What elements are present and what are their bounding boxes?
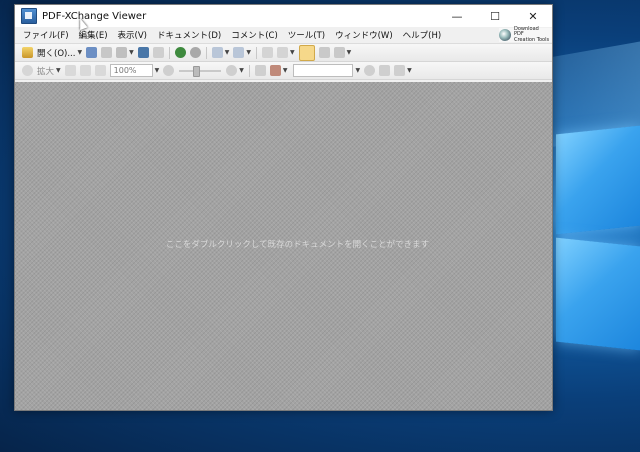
zoom-slider[interactable] [179, 65, 222, 77]
scan-dropdown-arrow[interactable]: ▼ [129, 49, 134, 56]
zoom-out-icon[interactable] [163, 65, 175, 76]
promo-line2: Creation Tools [514, 36, 550, 43]
redo-icon[interactable] [233, 47, 245, 58]
snapshot-icon[interactable] [318, 47, 330, 58]
menu-window[interactable]: ウィンドウ(W) [330, 29, 398, 41]
open-folder-icon[interactable] [22, 47, 33, 58]
globe-icon [499, 29, 511, 41]
maximize-button[interactable]: ☐ [476, 5, 514, 27]
window-title: PDF-XChange Viewer [42, 10, 147, 22]
menu-comment[interactable]: コメント(C) [226, 29, 283, 41]
rotate-left-icon[interactable] [261, 47, 273, 58]
forward-icon[interactable] [189, 47, 201, 58]
menu-file[interactable]: ファイル(F) [15, 29, 74, 41]
separator [205, 46, 207, 59]
zoom-level-input[interactable]: 100% [109, 64, 153, 77]
close-button[interactable]: ✕ [514, 5, 552, 27]
redo-dropdown-arrow[interactable]: ▼ [246, 49, 251, 56]
find-options-icon[interactable] [379, 65, 391, 76]
search-web-icon[interactable] [269, 65, 281, 76]
separator [255, 46, 257, 59]
app-window: PDF-XChange Viewer — ☐ ✕ ファイル(F) 編集(E) 表… [14, 4, 553, 411]
hand-tool-icon[interactable] [298, 44, 315, 61]
back-icon[interactable] [174, 47, 186, 58]
open-dropdown-arrow[interactable]: ▼ [77, 49, 82, 56]
separator [248, 64, 250, 77]
menu-view[interactable]: 表示(V) [113, 29, 152, 41]
fit-page-icon[interactable] [79, 65, 91, 76]
fit-width-icon[interactable] [94, 65, 106, 76]
open-button[interactable]: 開く(O)... [37, 47, 75, 59]
zoom-slider-thumb[interactable] [193, 65, 201, 77]
zoom-in-icon[interactable] [226, 65, 238, 76]
menu-help[interactable]: ヘルプ(H) [398, 29, 447, 41]
main-toolbar: 開く(O)... ▼ ▼ ▼ ▼ ▼ ▼ [15, 44, 552, 62]
copy-icon[interactable] [333, 47, 345, 58]
menu-document[interactable]: ドキュメント(D) [152, 29, 226, 41]
zoom-toolbar: 拡大 ▼ 100% ▼ ▼ ▼ ▼ ▼ [15, 62, 552, 80]
find-icon[interactable] [152, 47, 164, 58]
zoom-tool-icon[interactable] [22, 65, 33, 76]
highlight-dropdown-arrow[interactable]: ▼ [407, 67, 412, 74]
menu-tools[interactable]: ツール(T) [283, 29, 330, 41]
minimize-button[interactable]: — [438, 5, 476, 27]
zoom-tool-dropdown-arrow[interactable]: ▼ [56, 67, 61, 74]
windows-logo-pane-bottom [556, 237, 640, 351]
find-next-icon[interactable] [364, 65, 376, 76]
scan-icon[interactable] [116, 47, 128, 58]
find-input[interactable] [292, 64, 353, 77]
document-workspace[interactable]: ここをダブルクリックして既存のドキュメントを開くことができます [15, 82, 552, 410]
rotate-right-icon[interactable] [276, 47, 288, 58]
undo-dropdown-arrow[interactable]: ▼ [225, 49, 230, 56]
zoom-level-dropdown-arrow[interactable]: ▼ [155, 67, 160, 74]
menu-bar: ファイル(F) 編集(E) 表示(V) ドキュメント(D) コメント(C) ツー… [15, 26, 552, 44]
find-dropdown-arrow[interactable]: ▼ [356, 67, 361, 74]
actual-size-icon[interactable] [64, 65, 76, 76]
app-icon[interactable] [21, 8, 37, 24]
zoom-in-dropdown-arrow[interactable]: ▼ [239, 67, 244, 74]
menu-edit[interactable]: 編集(E) [74, 29, 113, 41]
print-icon[interactable] [101, 47, 113, 58]
email-icon[interactable] [137, 47, 149, 58]
zoom-tool-label[interactable]: 拡大 [37, 65, 54, 77]
windows-logo-pane-top [556, 125, 640, 235]
link-icon[interactable] [254, 65, 266, 76]
copy-dropdown-arrow[interactable]: ▼ [347, 49, 352, 56]
title-bar[interactable]: PDF-XChange Viewer — ☐ ✕ [15, 5, 552, 27]
search-web-dropdown-arrow[interactable]: ▼ [283, 67, 288, 74]
download-creation-tools-button[interactable]: Download PDF Creation Tools [499, 26, 552, 43]
rotate-dropdown-arrow[interactable]: ▼ [290, 49, 295, 56]
undo-icon[interactable] [211, 47, 223, 58]
save-icon[interactable] [86, 47, 98, 58]
separator [168, 46, 170, 59]
open-document-hint: ここをダブルクリックして既存のドキュメントを開くことができます [165, 240, 430, 250]
highlight-results-icon[interactable] [394, 65, 406, 76]
